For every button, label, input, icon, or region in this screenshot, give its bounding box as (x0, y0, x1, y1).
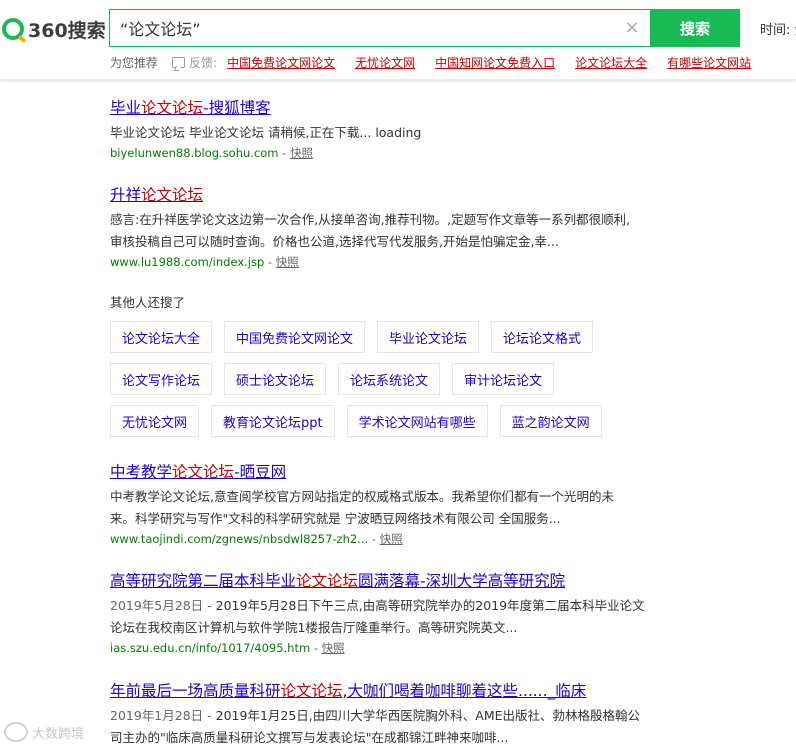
search-result: 中考教学论文论坛-晒豆网 中考教学论文论坛,意查阅学校官方网站指定的权威格式版本… (110, 460, 650, 547)
recommend-link[interactable]: 中国免费论文网论文 (227, 54, 335, 71)
result-url: www.taojindi.com/zgnews/nbsdwl8257-zh2..… (110, 532, 403, 546)
related-tag[interactable]: 蓝之韵论文网 (499, 405, 602, 437)
snapshot-link[interactable]: 快照 (322, 641, 345, 655)
search-result: 高等研究院第二届本科毕业论文论坛圆满落幕-深圳大学高等研究院 2019年5月28… (110, 569, 655, 656)
feedback-label: 反馈: (189, 55, 218, 70)
logo-text: 360搜索 (28, 19, 106, 42)
snippet-line: 论坛在我校南区计算机与软件学院1楼报告厅隆重举行。高等研究院英文... (110, 620, 518, 635)
recommend-link[interactable]: 论文论坛大全 (575, 54, 647, 71)
related-tag[interactable]: 无忧论文网 (110, 405, 200, 437)
close-icon[interactable]: × (623, 19, 641, 37)
result-url: www.lu1988.com/index.jsp - 快照 (110, 255, 299, 269)
snippet-line: 司主办的"临床高质量科研论文撰写与发表论坛"在成都锦江畔神来咖啡... (110, 730, 509, 745)
related-tag[interactable]: 教育论文论坛ppt (211, 405, 335, 437)
snippet-line: 感言:在升祥医学论文这边第一次合作,从接单咨询,推荐刊物。,定题写作文章等一系列… (110, 212, 631, 227)
logo-icon (2, 18, 24, 40)
related-tag[interactable]: 硕士论文论坛 (224, 363, 327, 395)
recommend-bar: 为您推荐 反馈: 中国免费论文网论文 无忧论文网 中国知网论文免费入口 论文论坛… (110, 53, 771, 71)
result-title-link[interactable]: 中考教学论文论坛-晒豆网 (110, 460, 650, 482)
result-url-text: biyelunwen88.blog.sohu.com (110, 146, 279, 160)
related-tag[interactable]: 学术论文网站有哪些 (346, 405, 488, 437)
snippet-line: 来。科学研究与写作"文科的科学研究就是 宁波晒豆网络技术有限公司 全国服务... (110, 511, 561, 526)
related-tag[interactable]: 中国免费论文网论文 (224, 321, 366, 353)
result-url-text: www.lu1988.com/index.jsp (110, 255, 265, 269)
recommend-link[interactable]: 无忧论文网 (355, 54, 415, 71)
recommend-label: 为您推荐 (110, 55, 159, 70)
snapshot-link[interactable]: 快照 (290, 146, 313, 160)
result-snippet: 中考教学论文论坛,意查阅学校官方网站指定的权威格式版本。我希望你们都有一个光明的… (110, 486, 650, 530)
result-url: ias.szu.edu.cn/info/1017/4095.htm - 快照 (110, 641, 345, 655)
result-title-link[interactable]: 年前最后一场高质量科研论文论坛,大咖们喝着咖啡聊着这些......_临床 (110, 679, 655, 701)
result-snippet: 2019年5月28日 - 2019年5月28日下午三点,由高等研究院举办的201… (110, 595, 655, 639)
watermark-text: 大数跨境 (32, 726, 85, 742)
search-result: 升祥论文论坛 感言:在升祥医学论文这边第一次合作,从接单咨询,推荐刊物。,定题写… (110, 183, 655, 270)
related-tag[interactable]: 论文写作论坛 (110, 363, 213, 395)
search-header: 360搜索 × 搜索 时间: 全 为您推荐 反馈: 中国免费论文网论文 无忧论文… (0, 0, 796, 80)
related-title: 其他人还搜了 (110, 295, 186, 310)
result-snippet: 感言:在升祥医学论文这边第一次合作,从接单咨询,推荐刊物。,定题写作文章等一系列… (110, 209, 655, 253)
watermark: 大数跨境 (4, 722, 84, 742)
result-url-text: www.taojindi.com/zgnews/nbsdwl8257-zh2..… (110, 532, 369, 546)
recommend-link[interactable]: 中国知网论文免费入口 (435, 54, 555, 71)
related-tag[interactable]: 审计论坛论文 (452, 363, 555, 395)
result-snippet: 2019年1月28日 - 2019年1月25日,由四川大学华西医院胸外科、AME… (110, 705, 655, 749)
snapshot-link[interactable]: 快照 (276, 255, 299, 269)
result-title-link[interactable]: 升祥论文论坛 (110, 183, 655, 205)
search-result: 毕业论文论坛-搜狐博客 毕业论文论坛 毕业论文论坛 请稍候,正在下载... lo… (110, 96, 670, 161)
snippet-line: 审核投稿自己可以随时查询。价格也公道,选择代写代发服务,开始是怕骗定金,幸... (110, 234, 559, 249)
logo-360[interactable]: 360搜索 (0, 14, 106, 44)
feedback-icon (172, 56, 186, 68)
result-title-link[interactable]: 高等研究院第二届本科毕业论文论坛圆满落幕-深圳大学高等研究院 (110, 569, 655, 591)
snippet-line: 2019年1月28日 - 2019年1月25日,由四川大学华西医院胸外科、AME… (110, 708, 641, 723)
related-searches: 其他人还搜了 论文论坛大全 中国免费论文网论文 毕业论文论坛 论坛论文格式 论文… (110, 292, 670, 437)
result-date: 2019年1月28日 (110, 708, 204, 723)
recommend-link[interactable]: 有哪些论文网站 (667, 54, 751, 71)
related-tag[interactable]: 论坛系统论文 (338, 363, 441, 395)
search-input[interactable] (120, 10, 620, 46)
related-tag[interactable]: 论文论坛大全 (110, 321, 213, 353)
watermark-logo-icon (4, 722, 28, 742)
related-tag[interactable]: 毕业论文论坛 (377, 321, 480, 353)
result-title-link[interactable]: 毕业论文论坛-搜狐博客 (110, 96, 670, 118)
result-snippet: 毕业论文论坛 毕业论文论坛 请稍候,正在下载... loading (110, 125, 422, 140)
result-date: 2019年5月28日 (110, 598, 204, 613)
snippet-line: 中考教学论文论坛,意查阅学校官方网站指定的权威格式版本。我希望你们都有一个光明的… (110, 489, 614, 504)
time-filter[interactable]: 时间: 全 (760, 19, 796, 38)
related-row: 论文论坛大全 中国免费论文网论文 毕业论文论坛 论坛论文格式 (110, 321, 605, 353)
snippet-line: 2019年5月28日 - 2019年5月28日下午三点,由高等研究院举办的201… (110, 598, 645, 613)
related-row: 论文写作论坛 硕士论文论坛 论坛系统论文 审计论坛论文 (110, 363, 566, 395)
search-result: 年前最后一场高质量科研论文论坛,大咖们喝着咖啡聊着这些......_临床 201… (110, 679, 655, 749)
related-tag[interactable]: 论坛论文格式 (491, 321, 594, 353)
related-row: 无忧论文网 教育论文论坛ppt 学术论文网站有哪些 蓝之韵论文网 (110, 405, 614, 437)
search-box: × (109, 9, 650, 47)
search-button[interactable]: 搜索 (650, 9, 740, 47)
result-url-text: ias.szu.edu.cn/info/1017/4095.htm (110, 641, 311, 655)
feedback-button[interactable]: 反馈: (172, 54, 217, 71)
result-url: biyelunwen88.blog.sohu.com - 快照 (110, 146, 313, 160)
snapshot-link[interactable]: 快照 (380, 532, 403, 546)
